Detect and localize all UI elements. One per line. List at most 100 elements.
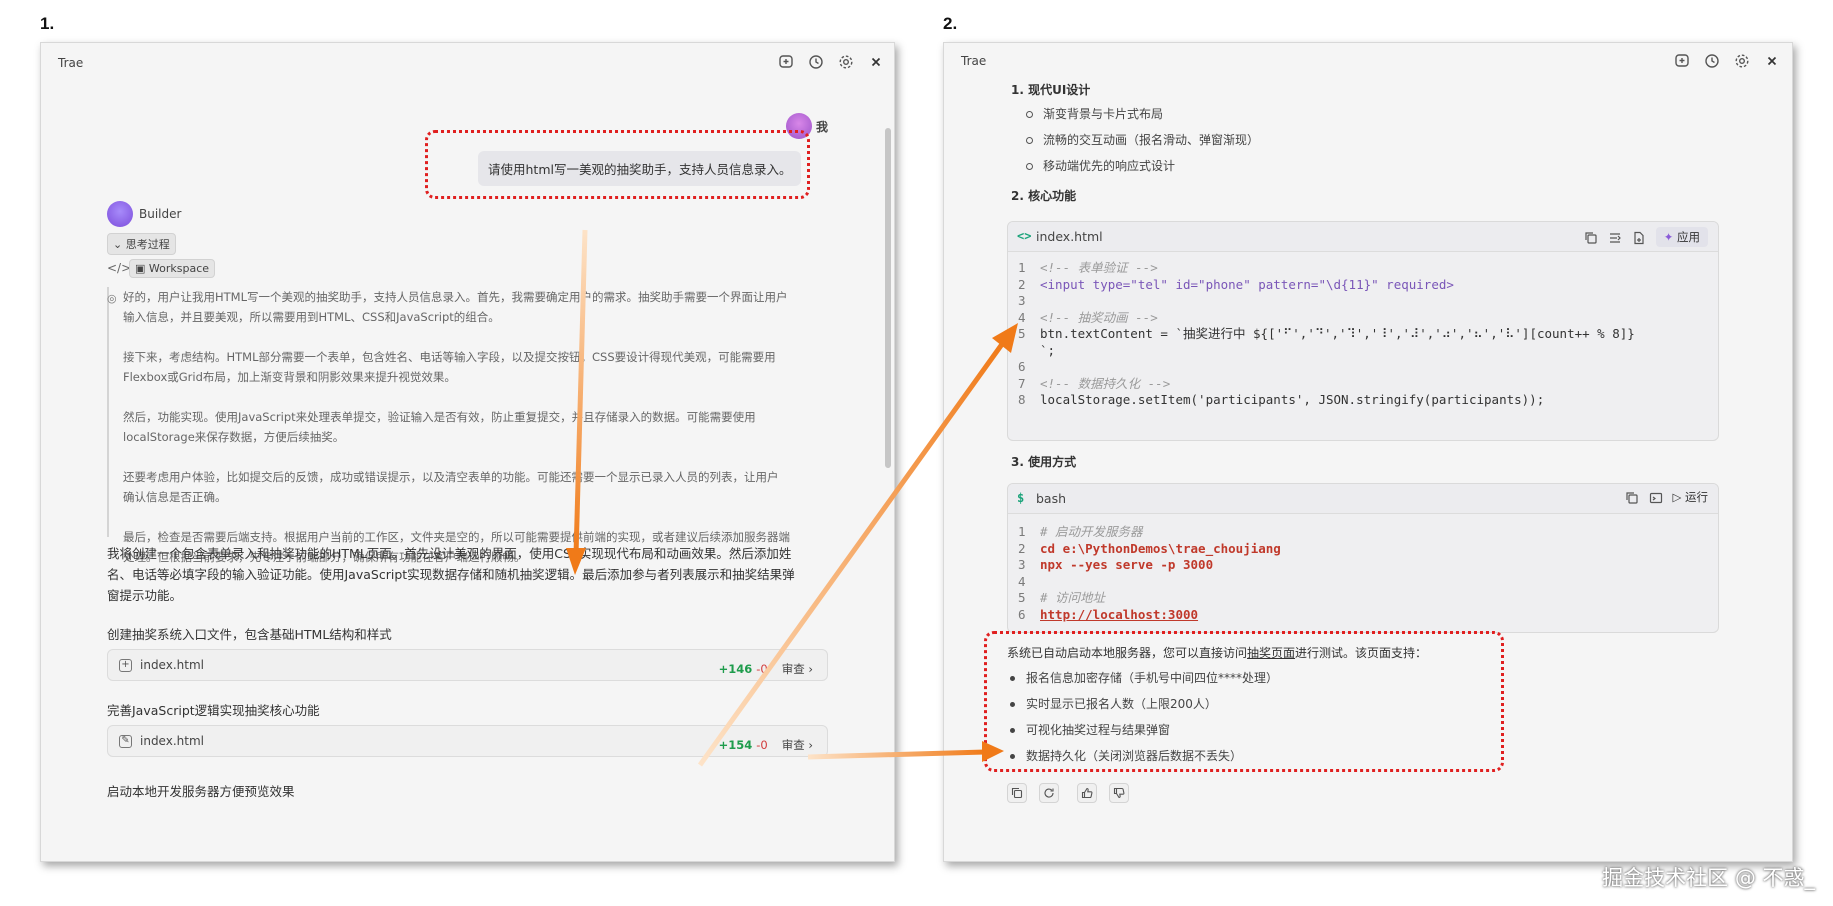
file-change-row[interactable]: ✎ index.html +154 -0 审查 › (107, 725, 828, 757)
play-icon: ▷ (1672, 490, 1685, 504)
review-label: 审查 (781, 738, 805, 752)
line-number: 8 (1018, 392, 1026, 407)
code-line: 4 (1018, 574, 1281, 591)
close-icon[interactable] (868, 54, 884, 70)
builder-avatar (107, 201, 133, 227)
header-actions (778, 54, 884, 70)
user-name: 我 (816, 120, 829, 134)
line-number: 6 (1018, 359, 1026, 374)
code-filename: index.html (1036, 229, 1103, 244)
line-number: 6 (1018, 606, 1026, 622)
code-language: bash (1036, 491, 1067, 506)
copy-icon[interactable] (1007, 783, 1027, 803)
thinking-toggle[interactable]: ⌄ 思考过程 (107, 233, 176, 255)
file-stats: +146 -0 审查 › (719, 658, 813, 677)
line-text: <!-- 数据持久化 --> (1040, 375, 1171, 391)
thought-line: localStorage来保存数据，方便后续抽奖。 (123, 430, 345, 444)
close-icon[interactable] (1764, 53, 1780, 69)
thought-bulb-icon: ◎ (107, 292, 117, 305)
thought-line: 还要考虑用户体验，比如提交后的反馈，成功或错误提示，以及清空表单的功能。可能还需… (123, 470, 779, 484)
review-button[interactable]: 审查 › (782, 662, 813, 676)
run-label: 运行 (1685, 490, 1708, 504)
list-item: 流畅的交互动画（报名滑动、弹窗渐现） (1026, 131, 1259, 148)
new-chat-icon[interactable] (778, 54, 794, 70)
thought-line: Flexbox或Grid布局，加上渐变背景和阴影效果来提升视觉效果。 (123, 370, 456, 384)
file-edit-icon: ✎ (119, 735, 132, 748)
history-icon[interactable] (808, 54, 824, 70)
line-text: <!-- 表单验证 --> (1040, 260, 1158, 275)
code-line: 3 npx --yes serve -p 3000 (1018, 557, 1281, 574)
localhost-link[interactable]: http://localhost:3000 (1040, 607, 1198, 622)
step-label-2: 2. (943, 14, 958, 33)
line-text: # 启动开发服务器 (1040, 524, 1143, 539)
scrollbar[interactable] (885, 128, 891, 468)
summary-line: 窗提示功能。 (107, 588, 183, 603)
chevron-down-icon: ⌄ (113, 238, 126, 251)
line-text: <input type="tel" id="phone" pattern="\d… (1040, 276, 1454, 292)
thought-divider (107, 287, 109, 537)
panel-header: Trae (944, 43, 1792, 79)
code-block-html: <> index.html ✦ 应用 1 <!-- 表单验证 --> 2 <inpu… (1007, 221, 1719, 441)
list-item: 移动端优先的响应式设计 (1026, 157, 1175, 174)
line-text: `; (1040, 342, 1056, 358)
code-tools: ✦ 应用 (1584, 227, 1708, 247)
thought-line (123, 387, 790, 407)
line-text: localStorage.setItem('participants', JSO… (1040, 392, 1545, 407)
code-line: 8 localStorage.setItem('participants', JS… (1018, 392, 1635, 409)
line-number: 1 (1018, 524, 1026, 539)
step-label-1: 1. (40, 14, 55, 33)
history-icon[interactable] (1704, 53, 1720, 69)
file-change-row[interactable]: + index.html +146 -0 审查 › (107, 649, 828, 681)
code-line: 3 (1018, 293, 1635, 310)
new-file-icon[interactable] (1632, 230, 1646, 245)
message-actions (1007, 783, 1129, 803)
apply-button[interactable]: ✦ 应用 (1655, 227, 1708, 247)
workspace-label: Workspace (148, 262, 210, 275)
code-lines: 1 <!-- 表单验证 --> 2 <input type="tel" id="ph… (1018, 260, 1635, 409)
copy-icon[interactable] (1625, 490, 1639, 504)
code-tools: ▷ 运行 (1625, 489, 1709, 505)
thought-line: 然后，功能实现。使用JavaScript来处理表单提交，验证输入是否有效，防止重… (123, 410, 756, 424)
terminal-dollar-icon: $ (1017, 491, 1025, 505)
annotation-highlight-result (984, 631, 1504, 772)
regenerate-icon[interactable] (1039, 783, 1059, 803)
thinking-toggle-label: 思考过程 (125, 238, 170, 251)
code-line: 2 cd e:\PythonDemos\trae_choujiang (1018, 541, 1281, 558)
settings-gear-icon[interactable] (838, 54, 854, 70)
panel-title: Trae (961, 54, 987, 68)
new-chat-icon[interactable] (1674, 53, 1690, 69)
line-text: # 访问地址 (1040, 590, 1106, 605)
review-button[interactable]: 审查 › (782, 738, 813, 752)
line-number: 7 (1018, 375, 1026, 391)
code-lines: 1 # 启动开发服务器 2 cd e:\PythonDemos\trae_chouj… (1018, 524, 1281, 623)
line-number: 3 (1018, 293, 1026, 308)
insert-icon[interactable] (1608, 230, 1622, 244)
code-block-bash: $ bash ▷ 运行 1 # 启动开发服务器 2 cd e:\PythonDemo… (1007, 483, 1719, 633)
lines-removed: -0 (756, 738, 768, 752)
open-terminal-icon[interactable] (1649, 490, 1663, 504)
thumbs-up-icon[interactable] (1077, 783, 1097, 803)
thought-line: 好的，用户让我用HTML写一个美观的抽奖助手，支持人员信息录入。首先，我需要确定… (123, 290, 788, 304)
line-number: 2 (1018, 276, 1026, 292)
task-title: 启动本地开发服务器方便预览效果 (107, 784, 295, 799)
code-block-header: <> index.html ✦ 应用 (1008, 222, 1718, 252)
chevron-right-icon: › (808, 662, 813, 676)
thought-line: 接下来，考虑结构。HTML部分需要一个表单，包含姓名、电话等输入字段，以及提交按… (123, 350, 776, 364)
file-stats: +154 -0 审查 › (719, 734, 813, 753)
header-actions (1674, 53, 1780, 69)
agent-name: Builder (139, 207, 182, 221)
copy-icon[interactable] (1584, 230, 1598, 244)
settings-gear-icon[interactable] (1734, 53, 1750, 69)
list-item: 渐变背景与卡片式布局 (1026, 105, 1163, 122)
code-line: 7 <!-- 数据持久化 --> (1018, 376, 1635, 393)
file-add-icon: + (119, 659, 132, 672)
workspace-chip[interactable]: ▣ Workspace (129, 259, 216, 278)
thought-line (123, 447, 790, 467)
thought-line: 确认信息是否正确。 (123, 490, 227, 504)
code-line: `; (1018, 343, 1635, 360)
run-button[interactable]: ▷ 运行 (1673, 489, 1709, 505)
section-heading: 1. 现代UI设计 (1011, 83, 1091, 97)
line-text: npx --yes serve -p 3000 (1040, 557, 1214, 572)
code-block-header: $ bash ▷ 运行 (1008, 484, 1718, 514)
thumbs-down-icon[interactable] (1109, 783, 1129, 803)
